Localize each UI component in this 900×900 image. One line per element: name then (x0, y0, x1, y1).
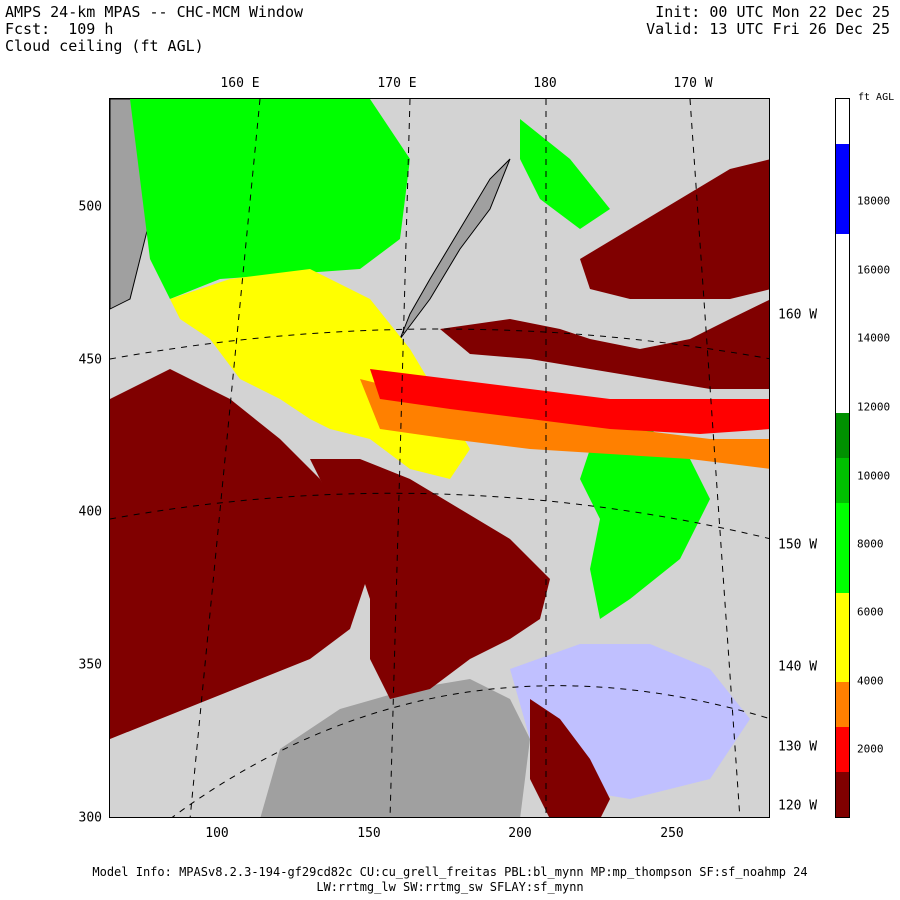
lon-label-120w: 120 W (778, 798, 818, 814)
colorbar-label-18000: 18000 (857, 194, 891, 208)
lon-label-150w: 150 W (778, 537, 818, 553)
colorbar-segment (836, 592, 849, 638)
y-tick-400: 400 (78, 504, 102, 520)
lon-label-130w: 130 W (778, 739, 818, 755)
lon-label-180: 180 (533, 76, 557, 91)
colorbar-label-12000: 12000 (857, 400, 891, 414)
x-tick-100: 100 (205, 826, 229, 841)
colorbar-label-2000: 2000 (857, 742, 884, 756)
colorbar-segment (836, 681, 849, 728)
header-left: AMPS 24-km MPAS -- CHC-MCM Window Fcst: 1… (5, 4, 303, 55)
colorbar-segment (836, 188, 849, 234)
lon-label-170e: 170 E (377, 76, 417, 91)
colorbar-segment (836, 457, 849, 503)
map-panel[interactable] (109, 98, 770, 818)
colorbar-segment (836, 547, 849, 593)
lon-label-140w: 140 W (778, 659, 818, 675)
lon-label-160w: 160 W (778, 307, 818, 323)
x-tick-250: 250 (660, 826, 684, 841)
map-title: AMPS 24-km MPAS -- CHC-MCM Window (5, 3, 304, 21)
y-tick-300: 300 (78, 810, 102, 826)
colorbar-label-8000: 8000 (857, 537, 884, 551)
colorbar-label-10000: 10000 (857, 469, 891, 483)
model-info-line2: LW:rrtmg_lw SW:rrtmg_sw SFLAY:sf_mynn (316, 880, 584, 894)
colorbar-segment (836, 637, 849, 683)
colorbar-segment (836, 412, 849, 458)
forecast-hour: Fcst: 109 h (5, 20, 114, 38)
field-name: Cloud ceiling (ft AGL) (5, 37, 204, 55)
lon-label-170w: 170 W (673, 76, 713, 91)
colorbar-segment (836, 502, 849, 548)
valid-time: Valid: 13 UTC Fri 26 Dec 25 (646, 20, 890, 38)
colorbar-segment (836, 98, 849, 144)
colorbar-label-14000: 14000 (857, 331, 891, 345)
x-tick-150: 150 (357, 826, 381, 841)
colorbar-label-4000: 4000 (857, 674, 884, 688)
colorbar-segment (836, 278, 849, 324)
colorbar-label-16000: 16000 (857, 263, 891, 277)
colorbar-segment (836, 233, 849, 279)
cloud-ceiling-map (110, 99, 769, 817)
colorbar-label-6000: 6000 (857, 605, 884, 619)
header-right: Init: 00 UTC Mon 22 Dec 25 Valid: 13 UTC … (646, 4, 890, 38)
y-tick-500: 500 (78, 199, 102, 215)
x-tick-200: 200 (508, 826, 532, 841)
lon-label-160e: 160 E (220, 76, 260, 91)
init-time: Init: 00 UTC Mon 22 Dec 25 (655, 3, 890, 21)
colorbar-segment (836, 367, 849, 414)
y-tick-450: 450 (78, 352, 102, 368)
colorbar-segment (836, 322, 849, 369)
colorbar-segment (836, 143, 849, 189)
colorbar (835, 98, 850, 818)
colorbar-segment (836, 726, 849, 773)
colorbar-unit: ft AGL (858, 92, 895, 103)
y-tick-350: 350 (78, 657, 102, 673)
model-info-line1: Model Info: MPASv8.2.3-194-gf29cd82c CU:… (92, 865, 808, 879)
colorbar-segment (836, 771, 849, 817)
